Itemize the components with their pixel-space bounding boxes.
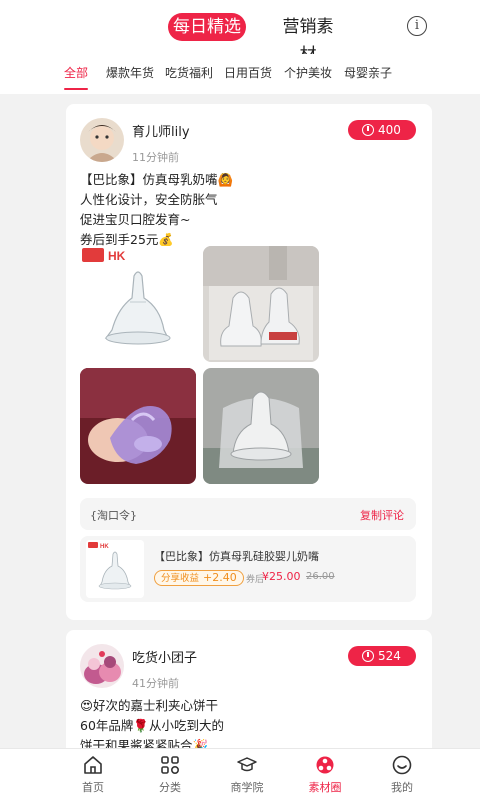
tab-daily-picks[interactable]: 每日精选 bbox=[168, 13, 246, 41]
post-time: 41分钟前 bbox=[132, 677, 179, 690]
original-price: 26.00 bbox=[306, 571, 335, 582]
grid-icon bbox=[161, 756, 180, 775]
share-earnings-label: 分享收益 bbox=[161, 573, 200, 584]
taokouling-row: {淘口令} 复制评论 bbox=[80, 498, 416, 530]
username[interactable]: 育儿师lily bbox=[132, 121, 190, 140]
material-circle-icon bbox=[316, 756, 334, 774]
post-image-2[interactable] bbox=[203, 246, 319, 362]
category-hot-new-year[interactable]: 爆款年货 bbox=[106, 64, 154, 81]
post-line: 【巴比象】仿真母乳奶嘴🙆 bbox=[80, 172, 234, 187]
avatar[interactable] bbox=[80, 118, 124, 162]
taokouling-label: {淘口令} bbox=[90, 509, 137, 522]
tab-label: 素材圈 bbox=[308, 781, 342, 794]
post-text: 【巴比象】仿真母乳奶嘴🙆 人性化设计，安全防胀气 促进宝贝口腔发育~ 券后到手2… bbox=[80, 170, 400, 250]
tab-material-circle[interactable]: 素材圈 bbox=[295, 749, 355, 800]
category-tabs: 全部 爆款年货 吃货福利 日用百货 个护美妆 母婴亲子 bbox=[0, 54, 480, 94]
tab-label: 首页 bbox=[82, 781, 104, 794]
smile-icon bbox=[392, 755, 412, 775]
save-count: 400 bbox=[378, 123, 401, 137]
graduation-cap-icon bbox=[237, 757, 257, 772]
category-all[interactable]: 全部 bbox=[64, 64, 88, 81]
category-daily-goods[interactable]: 日用百货 bbox=[224, 64, 272, 81]
avatar[interactable] bbox=[80, 644, 124, 688]
share-earnings-value: +2.40 bbox=[203, 571, 237, 584]
tab-label: 商学院 bbox=[230, 781, 264, 794]
save-count-badge[interactable]: 524 bbox=[348, 646, 416, 666]
category-food[interactable]: 吃货福利 bbox=[165, 64, 213, 81]
tab-home[interactable]: 首页 bbox=[63, 749, 123, 800]
tab-business-school[interactable]: 商学院 bbox=[217, 749, 277, 800]
category-active-indicator bbox=[64, 88, 88, 90]
tab-category[interactable]: 分类 bbox=[140, 749, 200, 800]
category-beauty[interactable]: 个护美妆 bbox=[284, 64, 332, 81]
home-icon bbox=[84, 756, 102, 774]
post-line: 人性化设计，安全防胀气 bbox=[80, 192, 218, 207]
bottom-tab-bar: 首页 分类 商学院 素材圈 我的 bbox=[0, 748, 480, 800]
username[interactable]: 吃货小团子 bbox=[132, 647, 197, 666]
copy-comment-button[interactable]: 复制评论 bbox=[360, 507, 404, 523]
category-baby[interactable]: 母婴亲子 bbox=[344, 64, 392, 81]
top-bar: 每日精选 营销素材 i bbox=[0, 0, 480, 65]
svg-text:HK: HK bbox=[100, 544, 109, 550]
save-count-badge[interactable]: 400 bbox=[348, 120, 416, 140]
clock-icon bbox=[362, 650, 374, 662]
post-time: 11分钟前 bbox=[132, 151, 179, 164]
post-image-4[interactable] bbox=[203, 368, 319, 484]
clock-icon bbox=[362, 124, 374, 136]
svg-text:HK: HK bbox=[108, 249, 126, 263]
product-price: ¥25.00 bbox=[262, 570, 301, 583]
product-card[interactable]: HK 【巴比象】仿真母乳硅胶婴儿奶嘴 分享收益 +2.40 券后 ¥25.00 2… bbox=[80, 536, 416, 602]
post-text: 😍好次的嘉士利夹心饼干 60年品牌🌹从小吃到大的 饼干和果酱紧紧贴合🎉 bbox=[80, 696, 400, 756]
post-image-3[interactable] bbox=[80, 368, 196, 484]
post-card: 育儿师lily 11分钟前 400 【巴比象】仿真母乳奶嘴🙆 人性化设计，安全防… bbox=[66, 104, 432, 620]
product-title: 【巴比象】仿真母乳硅胶婴儿奶嘴 bbox=[154, 550, 319, 563]
tab-marketing-materials[interactable]: 营销素材 bbox=[276, 13, 340, 65]
tab-mine[interactable]: 我的 bbox=[372, 749, 432, 800]
info-icon[interactable]: i bbox=[407, 16, 427, 36]
tab-label: 分类 bbox=[159, 781, 181, 794]
post-line: 😍好次的嘉士利夹心饼干 bbox=[80, 698, 219, 713]
post-line: 促进宝贝口腔发育~ bbox=[80, 212, 191, 227]
post-image-1[interactable]: HK bbox=[80, 246, 196, 362]
product-image: HK bbox=[86, 540, 144, 598]
post-line: 60年品牌🌹从小吃到大的 bbox=[80, 718, 224, 733]
post-card: 吃货小团子 41分钟前 524 😍好次的嘉士利夹心饼干 60年品牌🌹从小吃到大的… bbox=[66, 630, 432, 760]
save-count: 524 bbox=[378, 649, 401, 663]
share-earnings-tag: 分享收益 +2.40 bbox=[154, 570, 244, 586]
tab-label: 我的 bbox=[391, 781, 413, 794]
